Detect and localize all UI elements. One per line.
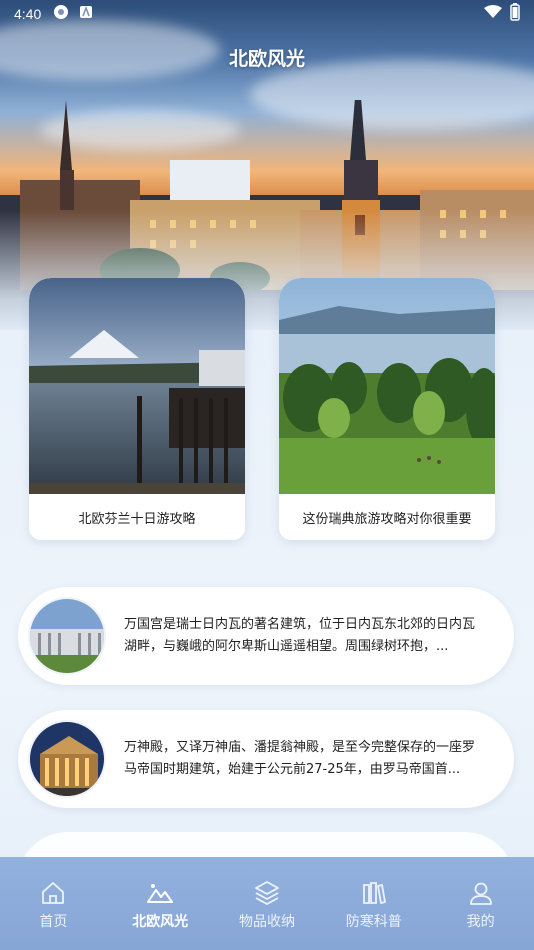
home-icon: [42, 882, 65, 904]
article-item-palais-des-nations[interactable]: 万国宫是瑞士日内瓦的著名建筑，位于日内瓦东北郊的日内瓦湖畔，与巍峨的阿尔卑斯山遥…: [18, 587, 514, 685]
page-title: 北欧风光: [228, 48, 305, 70]
status-bar: 4:40: [0, 0, 534, 28]
nav-home[interactable]: 首页: [0, 879, 106, 931]
bottom-navigation: 首页 北欧风光 物品收纳 防寒科普 我的: [0, 857, 534, 950]
nav-profile[interactable]: 我的: [428, 879, 534, 931]
nav-label: 物品收纳: [238, 914, 295, 930]
featured-card-sweden[interactable]: 这份瑞典旅游攻略对你很重要: [279, 278, 495, 540]
article-summary: 万神殿，又译万神庙、潘提翁神殿，是至今完整保存的一座罗马帝国时期建筑，始建于公元…: [124, 740, 476, 777]
palace-thumbnail: [28, 597, 106, 675]
battery-icon: [510, 3, 520, 25]
user-icon: [469, 882, 492, 905]
pantheon-thumbnail: [28, 720, 106, 798]
featured-card-finland[interactable]: 北欧芬兰十日游攻略: [29, 278, 245, 540]
harbor-photo: [29, 278, 245, 494]
layers-icon: [255, 881, 279, 906]
nav-label: 北欧风光: [132, 914, 189, 930]
lake-forest-photo: [279, 278, 495, 494]
card-caption: 北欧芬兰十日游攻略: [78, 511, 196, 527]
nav-label: 首页: [39, 914, 68, 930]
books-icon: [362, 882, 386, 904]
nav-label: 我的: [466, 914, 495, 930]
article-item-pantheon[interactable]: 万神殿，又译万神庙、潘提翁神殿，是至今完整保存的一座罗马帝国时期建筑，始建于公元…: [18, 710, 514, 808]
nav-label: 防寒科普: [345, 914, 402, 930]
card-caption: 这份瑞典旅游攻略对你很重要: [302, 511, 472, 527]
wifi-icon: [484, 5, 502, 23]
nav-nordic-scenery[interactable]: 北欧风光: [107, 879, 213, 931]
status-time: 4:40: [14, 6, 42, 22]
article-summary: 万国宫是瑞士日内瓦的著名建筑，位于日内瓦东北郊的日内瓦湖畔，与巍峨的阿尔卑斯山遥…: [124, 617, 476, 654]
landscape-icon: [147, 884, 174, 903]
notification-icon: [79, 5, 93, 23]
nav-cold-protection[interactable]: 防寒科普: [321, 879, 427, 931]
settings-icon: [53, 4, 69, 24]
nav-storage[interactable]: 物品收纳: [214, 879, 320, 931]
